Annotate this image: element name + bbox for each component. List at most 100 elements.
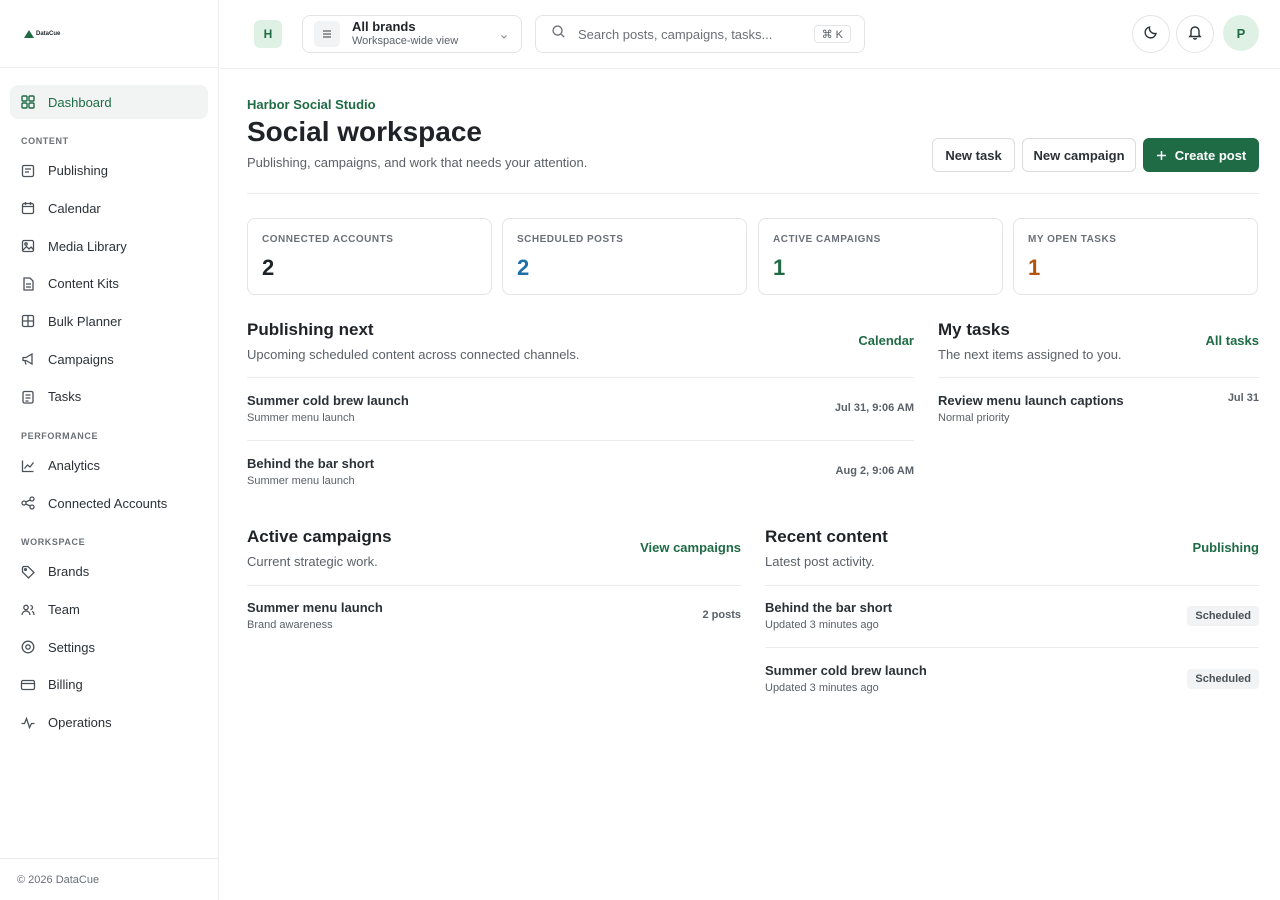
sidebar-item-connected-accounts[interactable]: Connected Accounts [10, 486, 208, 520]
sidebar-item-label: Content Kits [48, 276, 119, 292]
stat-card-connected-accounts: CONNECTED ACCOUNTS 2 [247, 218, 492, 295]
stat-label: MY OPEN TASKS [1028, 234, 1117, 245]
sidebar-section-performance: PERFORMANCE [21, 430, 99, 441]
task-priority: Normal priority [938, 412, 1010, 424]
stat-value: 2 [517, 255, 530, 280]
sidebar-item-label: Campaigns [48, 351, 114, 367]
campaign-title: Summer menu launch [247, 600, 383, 615]
stat-label: CONNECTED ACCOUNTS [262, 234, 394, 245]
task-due-date: Jul 31 [1227, 392, 1259, 404]
sidebar-item-label: Team [48, 602, 80, 618]
sidebar-item-media-library[interactable]: Media Library [10, 229, 208, 263]
brand-logo[interactable]: DataCue [24, 29, 61, 38]
sidebar-nav: Dashboard CONTENT Publishing Calendar Me… [0, 68, 218, 740]
sidebar-item-publishing[interactable]: Publishing [10, 154, 208, 188]
stat-value: 1 [1028, 255, 1041, 280]
pulse-icon [20, 715, 36, 731]
workspace-name: Harbor Social Studio [247, 97, 376, 112]
sidebar-item-label: Dashboard [48, 94, 112, 110]
dashboard-icon [20, 94, 36, 110]
new-campaign-button[interactable]: New campaign [1022, 138, 1136, 172]
sidebar-item-brands[interactable]: Brands [10, 555, 208, 589]
content-title: Behind the bar short [765, 600, 893, 615]
share-icon [20, 495, 36, 511]
divider [765, 647, 1259, 648]
publishing-next-title: Publishing next [247, 320, 374, 339]
search-placeholder: Search posts, campaigns, tasks... [578, 26, 773, 42]
calendar-icon [20, 200, 36, 216]
grid-icon [20, 313, 36, 329]
sidebar-item-analytics[interactable]: Analytics [10, 449, 208, 483]
page-title: Social workspace [247, 116, 483, 147]
checklist-icon [20, 389, 36, 405]
new-task-button[interactable]: New task [932, 138, 1015, 172]
campaign-goal: Brand awareness [247, 619, 333, 631]
sidebar-item-label: Analytics [48, 458, 101, 473]
my-tasks-subtitle: The next items assigned to you. [938, 347, 1122, 362]
user-avatar[interactable]: P [1223, 15, 1259, 51]
sidebar-item-label: Calendar [48, 200, 101, 216]
chevron-down-icon [499, 29, 509, 47]
sidebar-item-tasks[interactable]: Tasks [10, 380, 208, 414]
content-updated: Updated 3 minutes ago [765, 682, 879, 694]
brand-selector[interactable]: All brands Workspace-wide view [302, 15, 522, 53]
create-post-button[interactable]: Create post [1143, 138, 1259, 172]
gear-icon [20, 639, 36, 655]
search-shortcut: ⌘ K [813, 25, 851, 43]
sidebar-section-workspace: WORKSPACE [21, 536, 86, 547]
card-icon [20, 677, 36, 693]
sidebar-item-billing[interactable]: Billing [10, 668, 208, 702]
brand-initial-badge[interactable]: H [254, 20, 282, 48]
content-title: Summer cold brew launch [765, 663, 927, 678]
task-title: Review menu launch captions [938, 393, 1124, 408]
recent-content-subtitle: Latest post activity. [765, 554, 875, 569]
sidebar-item-content-kits[interactable]: Content Kits [10, 267, 208, 301]
sidebar-item-operations[interactable]: Operations [10, 706, 208, 740]
calendar-link[interactable]: Calendar [858, 333, 914, 348]
sidebar-item-label: Settings [48, 639, 95, 655]
divider [247, 440, 914, 441]
publishing-next-subtitle: Upcoming scheduled content across connec… [247, 347, 580, 362]
my-tasks-title: My tasks [938, 320, 1010, 339]
sidebar-item-settings[interactable]: Settings [10, 630, 208, 664]
logo-mark-icon [24, 29, 34, 38]
view-campaigns-link[interactable]: View campaigns [640, 540, 741, 555]
stat-card-my-open-tasks: MY OPEN TASKS 1 [1013, 218, 1258, 295]
sidebar-item-team[interactable]: Team [10, 593, 208, 627]
sidebar-item-label: Tasks [48, 389, 82, 405]
logo-row: DataCue [0, 0, 218, 68]
all-tasks-link[interactable]: All tasks [1206, 333, 1259, 348]
post-scheduled-time: Jul 31, 9:06 AM [834, 402, 914, 414]
sidebar-section-content: CONTENT [21, 135, 69, 146]
notifications-button[interactable] [1176, 15, 1214, 53]
post-scheduled-time: Aug 2, 9:06 AM [835, 465, 914, 477]
stat-card-scheduled-posts: SCHEDULED POSTS 2 [502, 218, 747, 295]
status-badge: Scheduled [1187, 606, 1259, 626]
post-title: Behind the bar short [247, 456, 375, 471]
theme-toggle-button[interactable] [1132, 15, 1170, 53]
active-campaigns-subtitle: Current strategic work. [247, 554, 378, 569]
post-title: Summer cold brew launch [247, 393, 409, 408]
search-input[interactable]: Search posts, campaigns, tasks... ⌘ K [535, 15, 865, 53]
publishing-icon [20, 163, 36, 179]
content-updated: Updated 3 minutes ago [765, 619, 879, 631]
header-divider [247, 193, 1259, 194]
sidebar-item-bulk-planner[interactable]: Bulk Planner [10, 304, 208, 338]
publishing-link[interactable]: Publishing [1193, 540, 1259, 555]
plus-icon [1156, 150, 1167, 161]
status-badge: Scheduled [1187, 669, 1259, 689]
sidebar-item-calendar[interactable]: Calendar [10, 191, 208, 225]
stat-label: ACTIVE CAMPAIGNS [773, 234, 881, 245]
divider [765, 585, 1259, 586]
divider [938, 377, 1259, 378]
brand-selector-icon [314, 21, 340, 47]
sidebar-item-campaigns[interactable]: Campaigns [10, 342, 208, 376]
users-icon [20, 602, 36, 618]
post-campaign: Summer menu launch [247, 475, 355, 487]
sidebar-item-label: Operations [48, 715, 112, 731]
sidebar-item-dashboard[interactable]: Dashboard [10, 85, 208, 119]
chart-icon [20, 458, 36, 474]
stat-label: SCHEDULED POSTS [517, 234, 624, 245]
sidebar-item-label: Bulk Planner [48, 313, 122, 329]
logo-text: DataCue [36, 30, 61, 37]
